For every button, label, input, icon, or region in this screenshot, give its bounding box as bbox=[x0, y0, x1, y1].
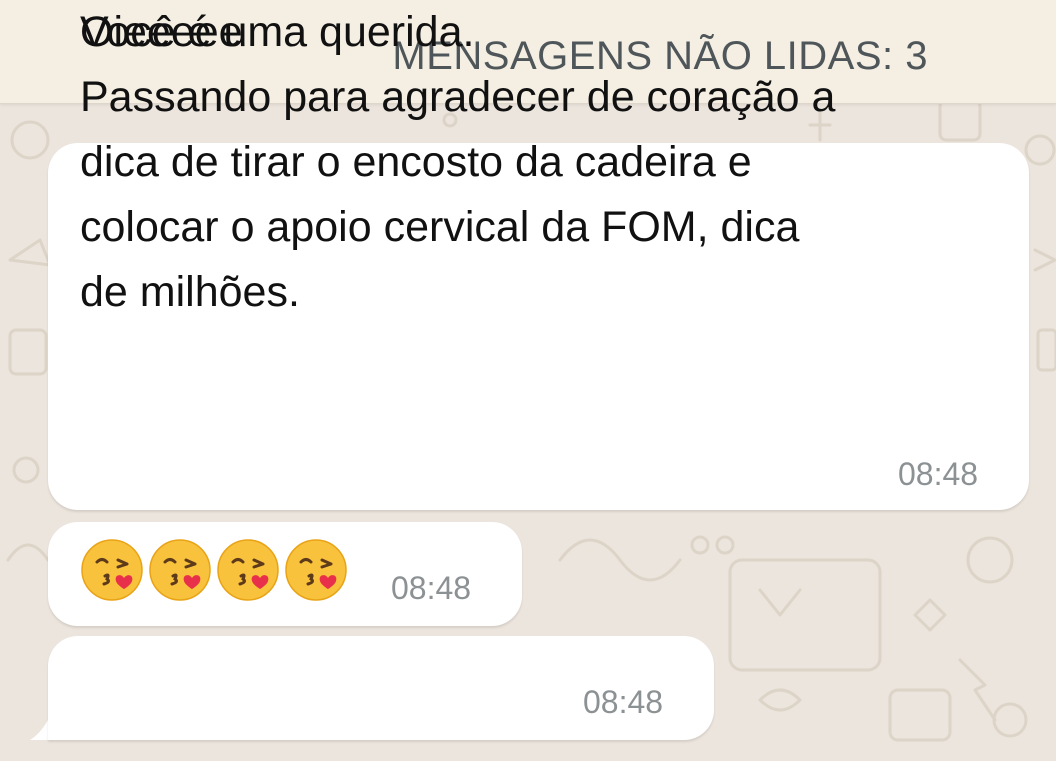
kissing-heart-emoji bbox=[81, 539, 143, 601]
emoji-message bbox=[80, 538, 348, 604]
kissing-heart-emoji bbox=[285, 539, 347, 601]
message-line: dica de tirar o encosto da cadeira e bbox=[80, 138, 752, 186]
message-text: Você é uma querida. bbox=[80, 8, 475, 56]
message-timestamp: 08:48 bbox=[391, 570, 472, 606]
message-timestamp: 08:48 bbox=[898, 456, 979, 492]
kissing-heart-emoji bbox=[149, 539, 211, 601]
message-line: de milhões. bbox=[80, 268, 300, 316]
kissing-heart-emoji bbox=[217, 539, 279, 601]
message-line: colocar o apoio cervical da FOM, dica bbox=[80, 203, 800, 251]
message-line: Passando para agradecer de coração a bbox=[80, 73, 836, 121]
message-timestamp: 08:48 bbox=[583, 684, 664, 720]
